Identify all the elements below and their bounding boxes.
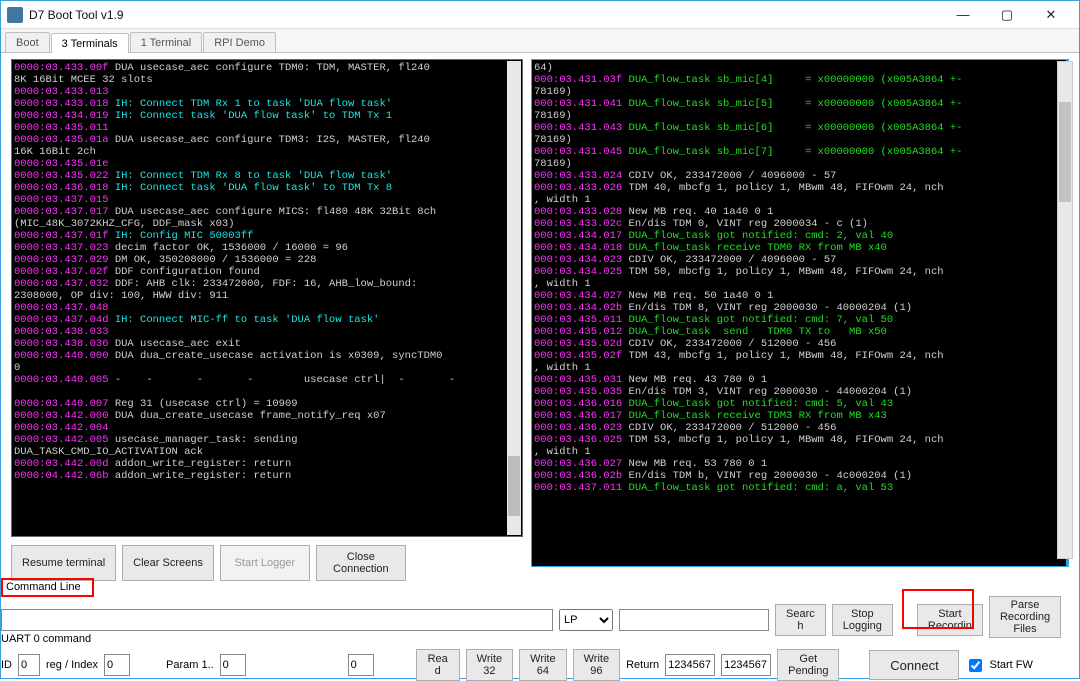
- minimize-button[interactable]: —: [941, 1, 985, 29]
- tab-content: 0000:03.433.00f DUA usecase_aec configur…: [1, 53, 1079, 678]
- close-button[interactable]: ✕: [1029, 1, 1073, 29]
- connect-button[interactable]: Connect: [869, 650, 959, 680]
- terminal-controls: Resume terminal Clear Screens Start Logg…: [11, 545, 1069, 587]
- app-icon: [7, 7, 23, 23]
- param2-input[interactable]: [348, 654, 374, 676]
- command-line-label: Command Line: [5, 581, 82, 593]
- stop-logging-button[interactable]: Stop Logging: [832, 604, 893, 636]
- get-pending-button[interactable]: Get Pending: [777, 649, 839, 681]
- clear-screens-button[interactable]: Clear Screens: [122, 545, 214, 581]
- reg-input[interactable]: [104, 654, 130, 676]
- terminal-right[interactable]: 64) 000:03.431.03f DUA_flow_task sb_mic[…: [531, 59, 1069, 567]
- titlebar: D7 Boot Tool v1.9 — ▢ ✕: [1, 1, 1079, 29]
- command-row: LP Searc h Stop Logging Start Recordin P…: [1, 602, 1071, 638]
- window-title: D7 Boot Tool v1.9: [29, 8, 941, 22]
- tab-bar: Boot 3 Terminals 1 Terminal RPI Demo: [1, 29, 1079, 53]
- command-line-input[interactable]: [1, 609, 553, 631]
- terminals-area: 0000:03.433.00f DUA usecase_aec configur…: [11, 59, 1069, 569]
- parse-recording-button[interactable]: Parse Recording Files: [989, 596, 1061, 638]
- page-scrollbar-thumb[interactable]: [1059, 102, 1071, 202]
- terminal-left[interactable]: 0000:03.433.00f DUA usecase_aec configur…: [11, 59, 523, 537]
- tab-boot[interactable]: Boot: [5, 32, 50, 52]
- start-logger-button: Start Logger: [220, 545, 310, 581]
- page-scrollbar[interactable]: [1057, 61, 1073, 559]
- tab-3-terminals[interactable]: 3 Terminals: [51, 33, 129, 53]
- scrollbar-thumb[interactable]: [508, 456, 520, 516]
- param-label: Param 1..: [166, 659, 214, 671]
- uart-label: UART 0 command: [1, 633, 91, 645]
- maximize-button[interactable]: ▢: [985, 1, 1029, 29]
- id-label: ID: [1, 659, 12, 671]
- close-connection-button[interactable]: Close Connection: [316, 545, 406, 581]
- tab-1-terminal[interactable]: 1 Terminal: [130, 32, 203, 52]
- tab-rpi-demo[interactable]: RPI Demo: [203, 32, 276, 52]
- reg-label: reg / Index: [46, 659, 98, 671]
- read-button[interactable]: Rea d: [416, 649, 460, 681]
- write96-button[interactable]: Write 96: [573, 649, 620, 681]
- start-fw-checkbox[interactable]: Start FW: [965, 656, 1032, 675]
- lp-select[interactable]: LP: [559, 609, 613, 631]
- search-input[interactable]: [619, 609, 769, 631]
- return-label: Return: [626, 659, 659, 671]
- return2-input[interactable]: [721, 654, 771, 676]
- terminal-left-scrollbar[interactable]: [507, 61, 521, 535]
- id-input[interactable]: [18, 654, 40, 676]
- uart-row: ID reg / Index Param 1.. Rea d Write 32 …: [1, 649, 1071, 681]
- start-recording-button[interactable]: Start Recordin: [917, 604, 983, 636]
- write64-button[interactable]: Write 64: [519, 649, 566, 681]
- write32-button[interactable]: Write 32: [466, 649, 513, 681]
- resume-terminal-button[interactable]: Resume terminal: [11, 545, 116, 581]
- start-fw-check[interactable]: [969, 659, 982, 672]
- return1-input[interactable]: [665, 654, 715, 676]
- param1-input[interactable]: [220, 654, 246, 676]
- search-button[interactable]: Searc h: [775, 604, 826, 636]
- start-fw-label: Start FW: [989, 659, 1032, 671]
